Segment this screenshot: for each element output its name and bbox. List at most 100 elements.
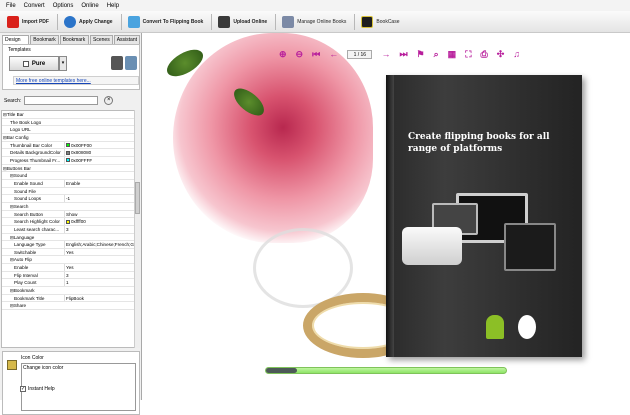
- property-row[interactable]: Play Count 1: [2, 279, 138, 288]
- menu-bar: File Convert Options Online Help: [0, 0, 630, 11]
- property-row[interactable]: Enable Sound Enable: [2, 179, 138, 188]
- tab-bookmark[interactable]: Bookmark: [30, 35, 59, 44]
- print-icon[interactable]: ⎙: [481, 49, 488, 59]
- menu-online[interactable]: Online: [77, 3, 102, 9]
- property-row[interactable]: Bookmark Title FlipBook: [2, 294, 138, 303]
- instant-help-checkbox[interactable]: ✓ Instant Help: [20, 386, 55, 392]
- toolbar-divider: [211, 13, 213, 30]
- property-row[interactable]: Progress Thumbnail Fr... 0x00FFFF: [2, 156, 138, 165]
- property-row[interactable]: Sound Loops -1: [2, 195, 138, 203]
- property-value[interactable]: Yes: [64, 264, 136, 271]
- bookmark-icon[interactable]: ⚑: [417, 49, 425, 59]
- property-key: ⊟Language: [10, 234, 35, 240]
- property-row[interactable]: Search Button Show: [2, 210, 138, 219]
- apply-icon: [63, 15, 76, 28]
- property-row[interactable]: ⊟Bar Config: [2, 134, 138, 142]
- property-row[interactable]: ⊟Language: [2, 234, 138, 242]
- color-swatch[interactable]: [66, 150, 70, 155]
- property-row[interactable]: ⊟Buttons Bar: [2, 165, 138, 173]
- manage-online-books-button[interactable]: Manage Online Books: [279, 13, 349, 31]
- color-swatch[interactable]: [66, 143, 70, 148]
- import-pdf-button[interactable]: Import PDF: [4, 13, 52, 31]
- save-template-icon[interactable]: [111, 56, 123, 70]
- property-row[interactable]: Enable Yes: [2, 264, 138, 272]
- tab-assistant[interactable]: Assistant: [113, 35, 140, 44]
- upload-online-button[interactable]: Upload Online: [215, 13, 270, 31]
- property-row[interactable]: ⊟Bookmark: [2, 287, 138, 295]
- property-scrollbar[interactable]: [134, 110, 140, 348]
- tab-design-setting[interactable]: Design Setting: [2, 35, 30, 51]
- sound-icon[interactable]: ♫: [513, 49, 520, 59]
- menu-file[interactable]: File: [2, 3, 20, 9]
- property-value[interactable]: FlipBook: [64, 294, 136, 302]
- upload-icon: [218, 15, 231, 28]
- property-value-text: Yes: [66, 265, 74, 271]
- property-row[interactable]: ⊟Title Bar: [2, 111, 138, 119]
- property-value[interactable]: Enable: [64, 179, 136, 187]
- template-check-icon: [22, 60, 29, 67]
- page-progress-bar[interactable]: [265, 367, 507, 374]
- tab-scenes[interactable]: Scenes: [90, 35, 113, 44]
- zoom-in-icon[interactable]: ⊕: [279, 49, 287, 59]
- first-page-icon[interactable]: ⏮: [312, 49, 320, 59]
- color-swatch[interactable]: [66, 219, 70, 224]
- property-row[interactable]: Thumbnail Bar Color 0x00FF00: [2, 141, 138, 150]
- book-cover[interactable]: Create flipping books for all range of p…: [386, 75, 582, 357]
- property-value[interactable]: -1: [64, 195, 136, 202]
- property-value[interactable]: 0x808080: [64, 149, 136, 156]
- last-page-icon[interactable]: ⏭: [399, 49, 407, 59]
- property-row[interactable]: Details BackgroundColor 0x808080: [2, 149, 138, 157]
- property-row[interactable]: Language Type English;Arabic;Chinese;Fren…: [2, 241, 138, 249]
- property-row[interactable]: ⊟Search: [2, 203, 138, 211]
- convert-button[interactable]: Convert To Flipping Book: [125, 13, 207, 31]
- thumbnails-icon[interactable]: ▦: [448, 49, 457, 59]
- android-icon: [486, 315, 504, 339]
- property-value[interactable]: Show: [64, 210, 136, 218]
- fullscreen-icon[interactable]: ⛶: [465, 49, 471, 59]
- property-key: Search Highlight Color: [14, 219, 60, 225]
- template-select-button[interactable]: Pure: [9, 56, 59, 71]
- property-row[interactable]: Least search charac... 3: [2, 225, 138, 234]
- property-value[interactable]: 1: [64, 279, 136, 287]
- property-value[interactable]: 3: [64, 271, 136, 279]
- load-template-icon[interactable]: [125, 56, 137, 70]
- property-row[interactable]: ⊟Auto Flip: [2, 256, 138, 265]
- property-value[interactable]: 0xffff00: [64, 218, 136, 225]
- share-icon[interactable]: ✣: [497, 49, 505, 59]
- property-value[interactable]: 3: [64, 225, 136, 233]
- page-indicator[interactable]: 1 / 16: [347, 49, 373, 59]
- next-page-icon[interactable]: →: [381, 49, 390, 59]
- property-value[interactable]: 0x00FFFF: [64, 156, 136, 164]
- search-input[interactable]: [24, 96, 99, 105]
- clear-search-icon[interactable]: ×: [104, 96, 114, 105]
- property-key: Flip Interval: [14, 272, 38, 278]
- property-value[interactable]: Yes: [64, 248, 136, 256]
- color-swatch[interactable]: [66, 158, 70, 163]
- menu-help[interactable]: Help: [103, 3, 123, 9]
- scrollbar-thumb[interactable]: [135, 182, 140, 214]
- zoom-out-icon[interactable]: ⊖: [296, 49, 304, 59]
- prev-page-icon[interactable]: ←: [329, 49, 338, 59]
- more-templates-link[interactable]: More free online templates here...: [13, 76, 139, 85]
- property-row[interactable]: The Book Logo: [2, 119, 138, 127]
- property-row[interactable]: Search Highlight Color 0xffff00: [2, 218, 138, 226]
- apply-change-button[interactable]: Apply Change: [61, 13, 116, 31]
- property-row[interactable]: Flip Interval 3: [2, 271, 138, 280]
- help-box: Icon Color Change icon color: [2, 351, 140, 415]
- bookcase-button[interactable]: BookCase: [358, 13, 402, 31]
- toolbar-divider: [275, 13, 277, 30]
- menu-convert[interactable]: Convert: [20, 3, 49, 9]
- property-value[interactable]: English;Arabic;Chinese;French;Ger...: [64, 241, 136, 248]
- tab-bookmark-table[interactable]: Bookmark Table: [59, 35, 90, 51]
- property-row[interactable]: Switchable Yes: [2, 248, 138, 257]
- property-value-text: 3: [66, 226, 69, 232]
- property-row[interactable]: Sound File: [2, 188, 138, 196]
- property-row[interactable]: ⊟Share: [2, 302, 138, 311]
- property-row[interactable]: Logo URL: [2, 126, 138, 134]
- property-value[interactable]: 0x00FF00: [64, 141, 136, 149]
- menu-options[interactable]: Options: [49, 3, 78, 9]
- template-dropdown-arrow[interactable]: ▾: [59, 56, 67, 71]
- search-icon[interactable]: ⌕: [434, 49, 439, 59]
- property-row[interactable]: ⊟Sound: [2, 172, 138, 180]
- property-key: Details BackgroundColor: [10, 150, 61, 156]
